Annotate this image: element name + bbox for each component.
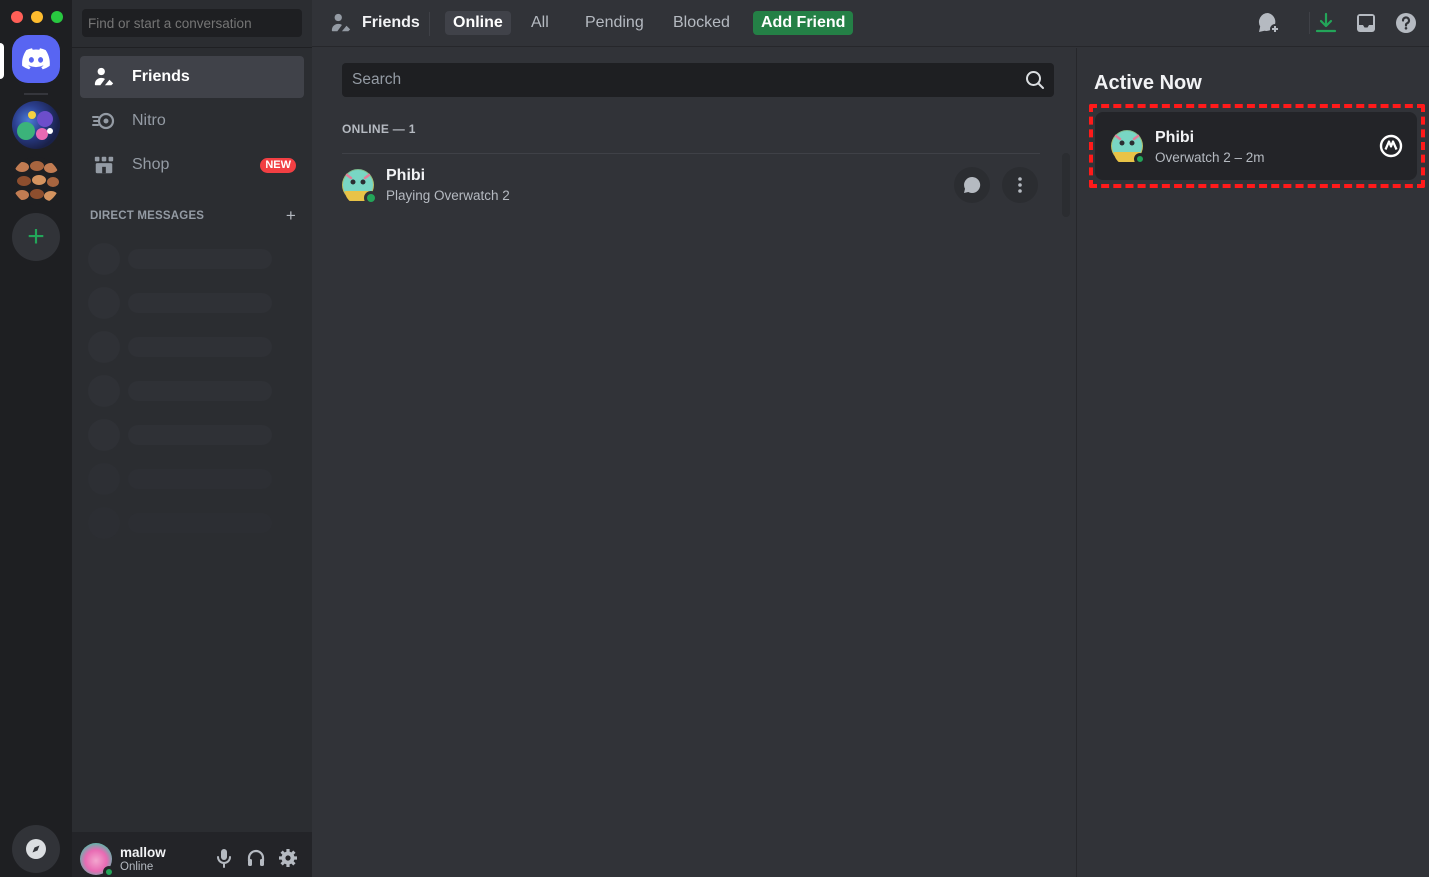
online-status-dot [364,190,378,205]
sidebar-item-label: Nitro [132,112,166,129]
friend-name: Phibi [386,166,426,184]
sidebar-item-shop[interactable]: Shop NEW [80,144,304,186]
channel-sidebar: Friends Nitro [72,0,312,877]
dm-placeholder [88,507,272,539]
dm-placeholder [88,463,272,495]
close-window-button[interactable] [11,11,23,23]
sidebar-item-label: Shop [132,156,170,173]
maximize-window-button[interactable] [51,11,63,23]
new-badge: NEW [260,158,296,173]
mute-button[interactable] [212,846,236,870]
search-icon [1024,69,1046,91]
overwatch-icon [1379,134,1403,158]
active-now-card[interactable]: Phibi Overwatch 2 – 2m [1095,112,1417,180]
tab-pending[interactable]: Pending [577,11,652,35]
toolbar-divider [1309,12,1310,34]
download-apps-button[interactable] [1314,11,1338,35]
nitro-icon [92,109,116,133]
user-settings-button[interactable] [276,846,300,870]
discover-button[interactable] [12,825,60,873]
tab-online[interactable]: Online [445,11,511,35]
server-icon-1[interactable] [12,101,60,149]
online-status-dot [103,866,115,877]
add-server-button[interactable]: + [12,213,60,261]
help-icon [1396,13,1416,33]
friend-activity: Playing Overwatch 2 [386,187,510,203]
headphones-icon [247,849,265,866]
create-dm-button[interactable]: + [286,206,296,226]
avatar [342,168,378,205]
microphone-icon [217,849,231,868]
sidebar-item-label: Friends [132,68,190,85]
gear-icon [279,849,297,867]
find-conversation-input[interactable] [82,9,302,37]
inbox-button[interactable] [1354,11,1378,35]
friends-list-panel: Search ONLINE — 1 Phibi Playing Overwatc… [312,48,1076,877]
avatar[interactable] [80,843,115,877]
friend-search-input[interactable]: Search [342,63,1054,97]
sidebar-divider [72,47,312,48]
search-placeholder: Search [352,71,402,88]
plus-icon: + [27,220,45,253]
dm-placeholder [88,287,272,319]
active-friend-name: Phibi [1155,129,1195,146]
avatar [1111,130,1146,165]
user-panel: mallow Online [72,832,312,877]
active-now-panel: Active Now Phibi Overwatch 2 – 2m [1076,48,1429,877]
shop-icon [92,153,116,177]
online-count-header: ONLINE — 1 [342,122,416,136]
title-divider [429,12,430,36]
dm-header-label: DIRECT MESSAGES [90,210,205,222]
selected-indicator [0,43,4,79]
compass-icon [26,839,46,859]
inbox-icon [1357,14,1375,32]
help-button[interactable] [1394,11,1418,35]
discord-app: + Friends [0,0,1429,877]
minimize-window-button[interactable] [31,11,43,23]
top-bar: Friends Online All Pending Blocked Add F… [312,0,1429,47]
dm-placeholder [88,419,272,451]
rail-separator [24,93,48,95]
home-button[interactable] [12,35,60,83]
page-title: Friends [330,12,420,34]
deafen-button[interactable] [244,846,268,870]
active-game-activity: Overwatch 2 – 2m [1155,150,1265,165]
dm-placeholder [88,375,272,407]
discord-logo-icon [22,48,50,70]
download-icon [1315,12,1337,33]
username: mallow [120,845,166,860]
friend-row[interactable]: Phibi Playing Overwatch 2 [342,153,1040,215]
active-now-title: Active Now [1094,72,1202,94]
friends-icon [331,13,351,32]
more-vertical-icon [1018,177,1022,193]
page-title-label: Friends [362,14,420,31]
dm-placeholder [88,243,272,275]
direct-messages-header: DIRECT MESSAGES + [90,206,296,226]
dm-placeholder [88,331,272,363]
add-friend-button[interactable]: Add Friend [753,11,854,35]
scrollbar[interactable] [1062,153,1070,217]
message-button[interactable] [954,167,990,203]
tab-all[interactable]: All [523,11,557,35]
online-status-dot [1134,153,1146,165]
chat-bubble-icon [964,176,981,193]
new-group-dm-button[interactable] [1257,11,1281,35]
user-status: Online [120,861,154,873]
more-options-button[interactable] [1002,167,1038,203]
sidebar-item-friends[interactable]: Friends [80,56,304,98]
server-rail: + [0,0,72,877]
tab-blocked[interactable]: Blocked [665,11,738,35]
server-icon-2[interactable] [12,157,60,205]
friends-icon [92,65,116,89]
new-group-dm-icon [1258,12,1280,34]
sidebar-item-nitro[interactable]: Nitro [80,100,304,142]
